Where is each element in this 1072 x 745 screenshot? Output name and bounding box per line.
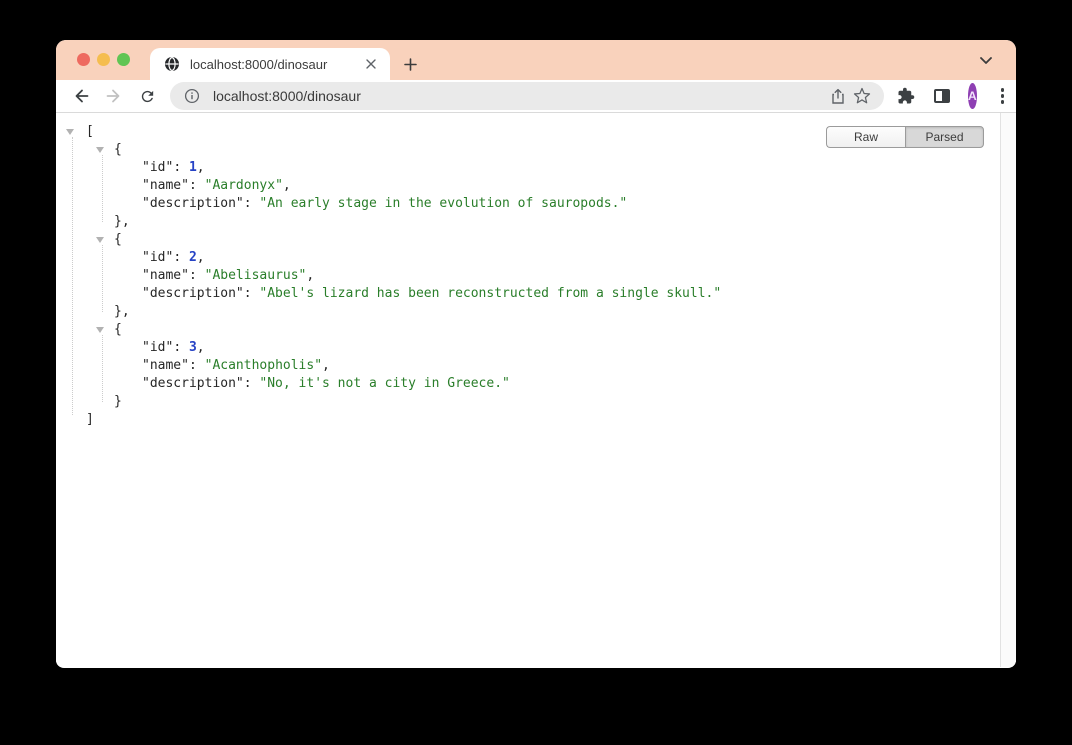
json-punctuation: } bbox=[114, 394, 122, 409]
json-line: ] bbox=[56, 411, 999, 429]
json-punctuation: , bbox=[322, 358, 330, 373]
json-punctuation: ] bbox=[86, 412, 94, 427]
extensions-puzzle-icon[interactable] bbox=[892, 82, 920, 110]
json-punctuation: [ bbox=[86, 124, 94, 139]
json-value: "An early stage in the evolution of saur… bbox=[259, 196, 627, 211]
json-key: "name" bbox=[142, 358, 189, 373]
url-text: localhost:8000/dinosaur bbox=[213, 88, 826, 104]
json-punctuation: : bbox=[244, 376, 260, 391]
json-viewer-content: Raw Parsed [{"id": 1,"name": "Aardonyx",… bbox=[56, 113, 1016, 667]
avatar-letter: A bbox=[968, 89, 977, 103]
json-value: "Abelisaurus" bbox=[205, 268, 307, 283]
json-punctuation: : bbox=[189, 178, 205, 193]
site-info-icon[interactable] bbox=[180, 84, 204, 108]
json-punctuation: { bbox=[114, 142, 122, 157]
json-key: "id" bbox=[142, 340, 173, 355]
json-key: "id" bbox=[142, 250, 173, 265]
tab-bar: localhost:8000/dinosaur bbox=[56, 40, 1016, 80]
fullscreen-window-button[interactable] bbox=[117, 53, 130, 66]
json-line: [ bbox=[56, 123, 999, 141]
json-line: "id": 3, bbox=[56, 339, 999, 357]
tree-guide-line bbox=[72, 137, 73, 415]
bookmark-star-icon[interactable] bbox=[850, 84, 874, 108]
json-punctuation: : bbox=[173, 340, 189, 355]
json-line: "name": "Abelisaurus", bbox=[56, 267, 999, 285]
reload-button[interactable] bbox=[134, 83, 160, 109]
json-punctuation: : bbox=[244, 196, 260, 211]
json-punctuation: , bbox=[306, 268, 314, 283]
json-punctuation: , bbox=[283, 178, 291, 193]
json-line: { bbox=[56, 321, 999, 339]
globe-favicon-icon bbox=[164, 56, 180, 72]
scrollbar-track[interactable] bbox=[1000, 113, 1016, 667]
json-line: "description": "No, it's not a city in G… bbox=[56, 375, 999, 393]
json-punctuation: { bbox=[114, 232, 122, 247]
menu-kebab-icon[interactable] bbox=[989, 82, 1016, 110]
json-line: "name": "Acanthopholis", bbox=[56, 357, 999, 375]
json-key: "description" bbox=[142, 376, 244, 391]
json-line: }, bbox=[56, 303, 999, 321]
address-bar[interactable]: localhost:8000/dinosaur bbox=[170, 82, 884, 110]
tree-guide-line bbox=[102, 335, 103, 402]
json-value: "No, it's not a city in Greece." bbox=[259, 376, 509, 391]
json-value: 1 bbox=[189, 160, 197, 175]
json-line: "name": "Aardonyx", bbox=[56, 177, 999, 195]
json-key: "id" bbox=[142, 160, 173, 175]
json-line: "id": 2, bbox=[56, 249, 999, 267]
json-key: "name" bbox=[142, 268, 189, 283]
json-tree: [{"id": 1,"name": "Aardonyx","descriptio… bbox=[56, 123, 999, 429]
json-punctuation: : bbox=[189, 358, 205, 373]
json-value: 2 bbox=[189, 250, 197, 265]
json-line: "id": 1, bbox=[56, 159, 999, 177]
collapse-arrow-icon[interactable] bbox=[96, 237, 104, 243]
tab-search-chevron-icon[interactable] bbox=[972, 40, 1000, 80]
json-punctuation: { bbox=[114, 322, 122, 337]
json-value: "Abel's lizard has been reconstructed fr… bbox=[259, 286, 721, 301]
json-punctuation: : bbox=[189, 268, 205, 283]
tree-guide-line bbox=[102, 245, 103, 312]
minimize-window-button[interactable] bbox=[97, 53, 110, 66]
new-tab-button[interactable] bbox=[394, 48, 426, 80]
collapse-arrow-icon[interactable] bbox=[66, 129, 74, 135]
window-controls bbox=[77, 53, 130, 66]
json-punctuation: , bbox=[197, 340, 205, 355]
forward-button[interactable] bbox=[101, 83, 127, 109]
side-panel-icon[interactable] bbox=[928, 82, 956, 110]
share-icon[interactable] bbox=[826, 84, 850, 108]
json-line: { bbox=[56, 231, 999, 249]
collapse-arrow-icon[interactable] bbox=[96, 327, 104, 333]
json-punctuation: }, bbox=[114, 304, 130, 319]
json-value: "Acanthopholis" bbox=[205, 358, 322, 373]
json-value: "Aardonyx" bbox=[205, 178, 283, 193]
json-line: "description": "An early stage in the ev… bbox=[56, 195, 999, 213]
json-key: "name" bbox=[142, 178, 189, 193]
json-line: } bbox=[56, 393, 999, 411]
json-value: 3 bbox=[189, 340, 197, 355]
json-punctuation: , bbox=[197, 160, 205, 175]
back-button[interactable] bbox=[68, 83, 94, 109]
json-punctuation: : bbox=[173, 160, 189, 175]
json-key: "description" bbox=[142, 286, 244, 301]
json-line: "description": "Abel's lizard has been r… bbox=[56, 285, 999, 303]
tab-close-icon[interactable] bbox=[362, 55, 380, 73]
json-key: "description" bbox=[142, 196, 244, 211]
close-window-button[interactable] bbox=[77, 53, 90, 66]
json-line: }, bbox=[56, 213, 999, 231]
json-punctuation: : bbox=[244, 286, 260, 301]
json-line: { bbox=[56, 141, 999, 159]
browser-window: localhost:8000/dinosaur bbox=[56, 40, 1016, 668]
tab-title: localhost:8000/dinosaur bbox=[190, 57, 362, 72]
tab-localhost-dinosaur[interactable]: localhost:8000/dinosaur bbox=[150, 48, 390, 80]
json-punctuation: : bbox=[173, 250, 189, 265]
profile-avatar[interactable]: A bbox=[968, 83, 977, 109]
navigation-toolbar: localhost:8000/dinosaur bbox=[56, 80, 1016, 113]
json-punctuation: , bbox=[197, 250, 205, 265]
collapse-arrow-icon[interactable] bbox=[96, 147, 104, 153]
json-punctuation: }, bbox=[114, 214, 130, 229]
desktop-background: localhost:8000/dinosaur bbox=[0, 0, 1072, 745]
tree-guide-line bbox=[102, 155, 103, 222]
